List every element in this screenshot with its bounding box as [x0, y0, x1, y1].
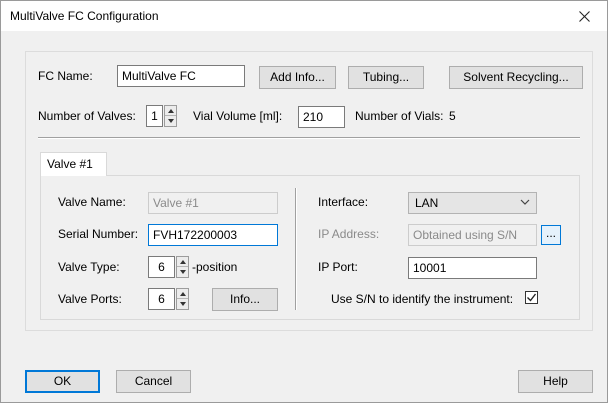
spin-down-icon[interactable] [177, 299, 188, 309]
valve-tab-panel: Valve Name: Valve #1 Serial Number: FVH1… [40, 175, 580, 320]
solvent-recycling-button[interactable]: Solvent Recycling... [449, 66, 583, 89]
number-of-valves-spinner[interactable] [164, 105, 177, 127]
interface-dropdown[interactable]: LAN [408, 192, 537, 214]
use-sn-checkbox[interactable] [525, 291, 538, 304]
use-sn-label: Use S/N to identify the instrument: [331, 292, 514, 306]
serial-number-input[interactable]: FVH172200003 [148, 224, 278, 246]
vial-volume-label: Vial Volume [ml]: [193, 109, 283, 123]
window-title: MultiValve FC Configuration [10, 9, 159, 23]
chevron-down-icon [520, 199, 530, 205]
column-divider [295, 188, 297, 310]
spin-down-icon[interactable] [165, 116, 176, 126]
valve-type-label: Valve Type: [58, 260, 120, 274]
help-button[interactable]: Help [518, 370, 593, 393]
spin-down-icon[interactable] [177, 267, 188, 277]
valve-name-input[interactable]: Valve #1 [148, 192, 278, 214]
valve-info-button[interactable]: Info... [212, 288, 278, 311]
checkmark-icon [527, 293, 537, 302]
configuration-group: FC Name: MultiValve FC Add Info... Tubin… [25, 51, 593, 331]
close-button[interactable] [561, 1, 607, 31]
number-of-vials-label: Number of Vials: [355, 109, 444, 123]
vial-volume-input[interactable]: 210 [298, 106, 345, 128]
fc-name-label: FC Name: [38, 69, 93, 83]
number-of-valves-label: Number of Valves: [38, 109, 136, 123]
valve-ports-label: Valve Ports: [58, 292, 122, 306]
ip-port-label: IP Port: [318, 260, 358, 274]
serial-number-label: Serial Number: [58, 227, 139, 241]
spin-up-icon[interactable] [177, 257, 188, 267]
ip-address-label: IP Address: [318, 227, 380, 241]
interface-value: LAN [415, 196, 439, 210]
valve-type-suffix: -position [192, 260, 238, 274]
valve-ports-spinner[interactable] [176, 288, 189, 310]
dialog-window: MultiValve FC Configuration FC Name: Mul… [0, 0, 608, 403]
cancel-button[interactable]: Cancel [116, 370, 191, 393]
valve-type-spinner[interactable] [176, 256, 189, 278]
title-bar: MultiValve FC Configuration [1, 1, 607, 31]
tubing-button[interactable]: Tubing... [348, 66, 424, 89]
add-info-button[interactable]: Add Info... [259, 66, 336, 89]
fc-name-input[interactable]: MultiValve FC [117, 65, 245, 87]
ip-address-input: Obtained using S/N [408, 224, 537, 246]
close-icon [578, 10, 590, 22]
ok-button[interactable]: OK [25, 370, 100, 393]
number-of-vials-value: 5 [449, 109, 456, 123]
valve-ports-input[interactable]: 6 [148, 288, 175, 310]
ip-browse-button[interactable]: ... [541, 225, 561, 245]
interface-label: Interface: [318, 195, 369, 209]
spin-up-icon[interactable] [177, 289, 188, 299]
spin-up-icon[interactable] [165, 106, 176, 116]
valve-name-label: Valve Name: [58, 195, 126, 209]
tab-valve-1[interactable]: Valve #1 [40, 152, 107, 176]
number-of-valves-input[interactable]: 1 [146, 105, 163, 127]
valve-type-input[interactable]: 6 [148, 256, 175, 278]
ip-port-input[interactable]: 10001 [408, 257, 537, 279]
section-divider [38, 137, 580, 139]
